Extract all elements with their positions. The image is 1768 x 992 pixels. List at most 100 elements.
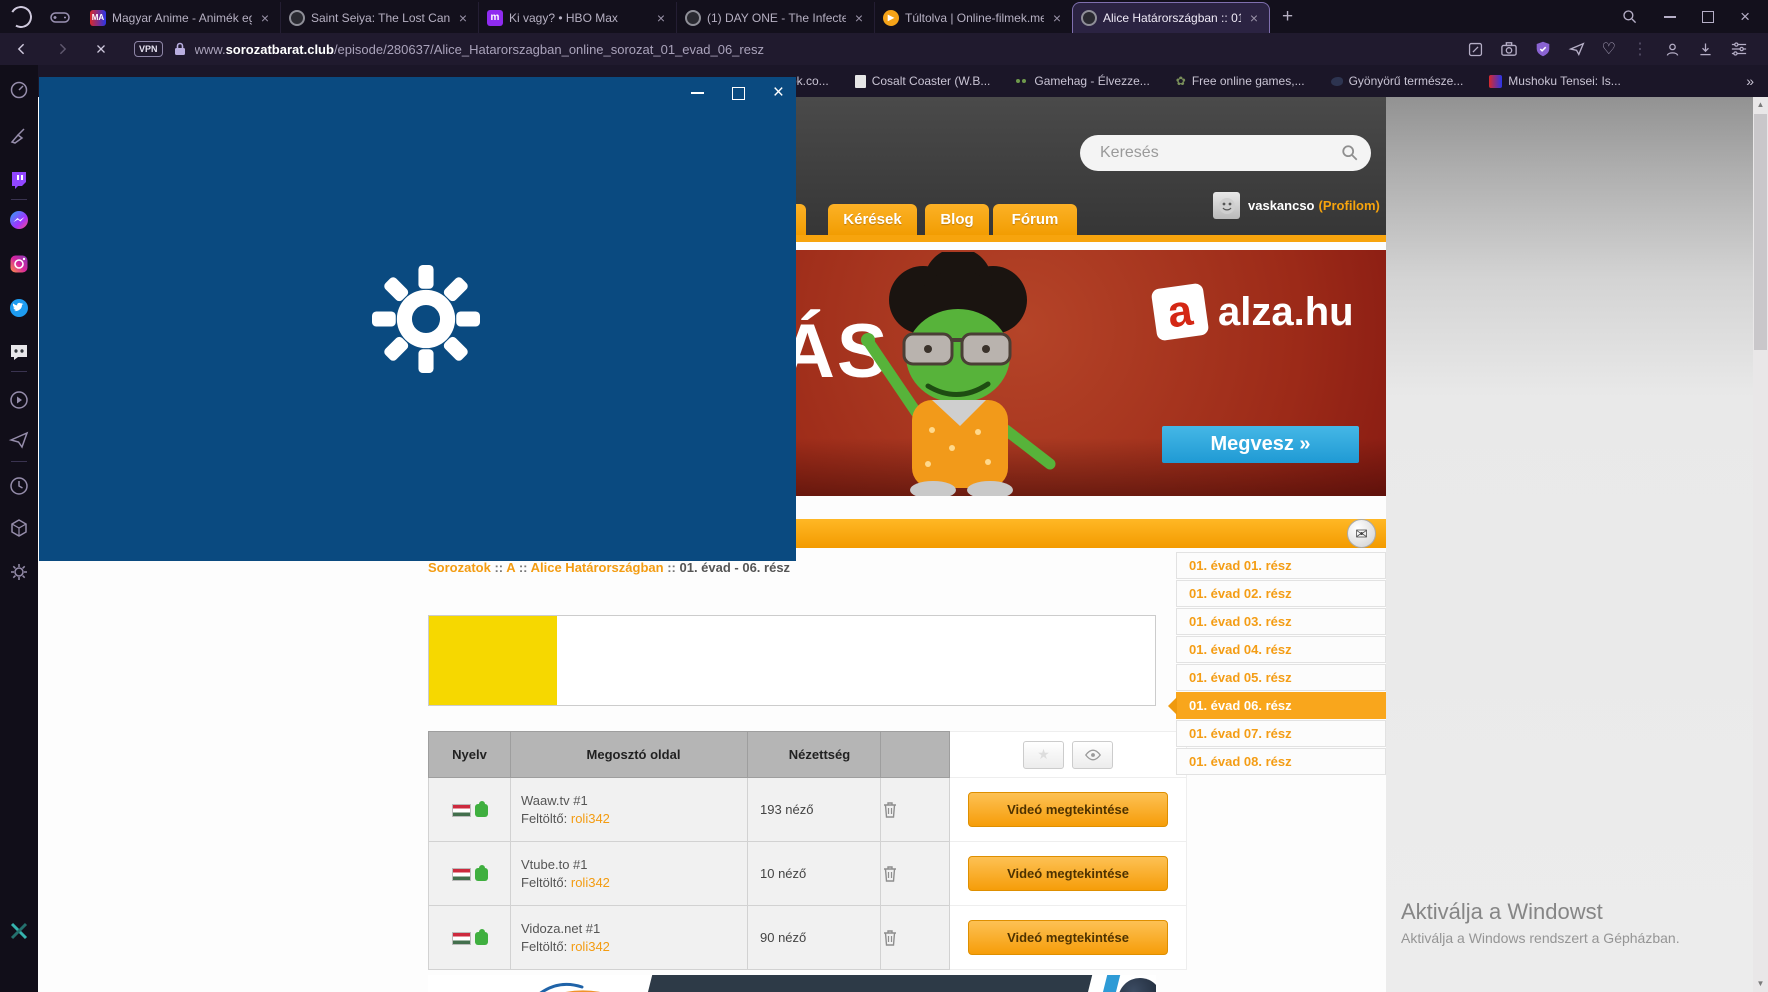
episode-item[interactable]: 01. évad 03. rész — [1176, 608, 1386, 635]
search-input[interactable] — [1098, 143, 1341, 163]
pin-edit-icon[interactable] — [1467, 41, 1484, 58]
new-tab-button[interactable]: + — [1282, 6, 1293, 28]
trash-icon[interactable] — [882, 801, 948, 819]
url-bar[interactable]: www.sorozatbarat.club/episode/280637/Ali… — [195, 42, 1467, 57]
gx-corner-speedometer-icon[interactable] — [8, 79, 30, 101]
watch-video-button[interactable]: Videó megtekintése — [968, 792, 1168, 827]
trash-icon[interactable] — [882, 929, 948, 947]
bookmark-item[interactable]: Gyönyörű természe... — [1331, 74, 1464, 88]
window-maximize-button[interactable] — [1702, 11, 1714, 23]
heart-icon[interactable]: ♡ — [1602, 39, 1616, 59]
forward-button[interactable] — [54, 41, 70, 57]
settings-gear-icon[interactable] — [8, 561, 30, 583]
episode-item[interactable]: 01. évad 01. rész — [1176, 552, 1386, 579]
back-button[interactable] — [14, 41, 30, 57]
nav-tab-blog[interactable]: Blog — [925, 204, 989, 235]
tab-close-icon[interactable]: × — [1247, 10, 1261, 26]
window-minimize-icon[interactable] — [691, 92, 704, 94]
twitch-icon[interactable] — [8, 169, 30, 191]
player-popout-icon[interactable] — [8, 389, 30, 411]
loading-app-window[interactable]: × — [39, 77, 796, 561]
window-minimize-button[interactable] — [1664, 16, 1676, 18]
buy-button[interactable]: Megvesz » — [1162, 426, 1359, 463]
episode-item[interactable]: 01. évad 02. rész — [1176, 580, 1386, 607]
bottom-banner-product — [1118, 978, 1156, 992]
scrollbar-thumb[interactable] — [1754, 114, 1767, 350]
watch-video-button[interactable]: Videó megtekintése — [968, 920, 1168, 955]
episode-item[interactable]: 01. évad 08. rész — [1176, 748, 1386, 775]
tab-close-icon[interactable]: × — [852, 10, 866, 26]
scroll-up-arrow[interactable]: ▲ — [1753, 97, 1768, 113]
breadcrumb-separator: :: — [667, 560, 676, 575]
bookmark-item[interactable]: Gamehag - Élvezze... — [1016, 74, 1149, 88]
downloads-icon[interactable] — [1697, 41, 1714, 58]
mail-button[interactable]: ✉ — [1347, 519, 1376, 548]
lock-icon[interactable] — [173, 41, 187, 57]
history-clock-icon[interactable] — [8, 475, 30, 497]
tab-day-one[interactable]: (1) DAY ONE - The Infected × — [676, 2, 874, 33]
views-cell: 193 néző — [748, 778, 881, 842]
tab-magyar-anime[interactable]: MA Magyar Anime - Animék eg × — [82, 2, 280, 33]
bookmark-item[interactable]: Cosalt Coaster (W.B... — [855, 74, 991, 88]
scroll-down-arrow[interactable]: ▼ — [1753, 976, 1768, 992]
opera-logo-icon[interactable] — [8, 3, 35, 30]
bird-icon — [1331, 77, 1343, 86]
gx-cleaner-icon[interactable] — [8, 125, 30, 147]
stop-button[interactable] — [94, 42, 108, 56]
uploader-link[interactable]: roli342 — [571, 875, 610, 890]
episode-item[interactable]: 01. évad 07. rész — [1176, 720, 1386, 747]
episode-item[interactable]: 01. évad 04. rész — [1176, 636, 1386, 663]
tab-close-icon[interactable]: × — [258, 10, 272, 26]
page-scrollbar[interactable]: ▲ ▼ — [1753, 97, 1768, 992]
breadcrumb-link[interactable]: Alice Határországban — [531, 560, 664, 575]
column-header: Nézettség — [748, 732, 881, 778]
promo-yellow-block — [429, 616, 557, 705]
nav-tab-forum[interactable]: Fórum — [993, 204, 1077, 235]
tab-search-icon[interactable] — [1622, 9, 1638, 25]
profile-icon[interactable] — [1664, 41, 1681, 58]
twitter-icon[interactable] — [8, 297, 30, 319]
gx-pickaxe-icon[interactable] — [8, 920, 30, 942]
tab-close-icon[interactable]: × — [654, 10, 668, 26]
bookmark-item[interactable]: ✿ Free online games,... — [1176, 74, 1305, 88]
instagram-icon[interactable] — [8, 253, 30, 275]
views-cell: 90 néző — [748, 906, 881, 970]
bookmark-item[interactable]: Mushoku Tensei: Is... — [1489, 74, 1621, 88]
trash-icon[interactable] — [882, 865, 948, 883]
tab-saint-seiya[interactable]: Saint Seiya: The Lost Canva × — [280, 2, 478, 33]
bookmarks-overflow-button[interactable]: » — [1746, 73, 1754, 89]
tab-tultolva[interactable]: ▶ Túltolva | Online-filmek.me × — [874, 2, 1072, 33]
search-icon[interactable] — [1341, 144, 1359, 162]
extensions-box-icon[interactable] — [8, 517, 30, 539]
send-icon[interactable] — [1568, 40, 1586, 58]
site-search-box[interactable] — [1080, 135, 1371, 171]
bottom-ad-banner[interactable] — [428, 975, 1156, 992]
tab-close-icon[interactable]: × — [456, 10, 470, 26]
watch-video-button[interactable]: Videó megtekintése — [968, 856, 1168, 891]
breadcrumb-link[interactable]: Sorozatok — [428, 560, 491, 575]
favorite-star-button[interactable]: ★ — [1023, 741, 1064, 769]
window-close-button[interactable]: × — [1740, 8, 1750, 25]
messenger-icon[interactable] — [8, 209, 30, 231]
episode-item[interactable]: 01. évad 05. rész — [1176, 664, 1386, 691]
nav-tab-keresek[interactable]: Kérések — [828, 204, 917, 235]
shield-badge-icon[interactable] — [1534, 40, 1552, 58]
tab-close-icon[interactable]: × — [1050, 10, 1064, 26]
window-close-icon[interactable]: × — [773, 85, 784, 101]
tab-alice-active[interactable]: Alice Határországban :: 01. × — [1072, 2, 1270, 33]
table-row: Vtube.to #1 Feltöltő: roli342 10 néző Vi… — [429, 842, 1187, 906]
episode-item-active[interactable]: 01. évad 06. rész — [1176, 692, 1386, 719]
uploader-link[interactable]: roli342 — [571, 811, 610, 826]
vpn-badge[interactable]: VPN — [134, 41, 163, 57]
breadcrumb-link[interactable]: A — [506, 560, 515, 575]
gx-corner-icon[interactable] — [50, 10, 70, 24]
puzzle-icon — [475, 868, 488, 881]
watched-eye-button[interactable] — [1072, 741, 1113, 769]
discord-icon[interactable] — [8, 341, 30, 363]
settings-sliders-icon[interactable] — [1730, 41, 1748, 57]
telegram-icon[interactable] — [8, 429, 30, 451]
uploader-link[interactable]: roli342 — [571, 939, 610, 954]
window-maximize-icon[interactable] — [732, 87, 745, 100]
snapshot-camera-icon[interactable] — [1500, 41, 1518, 57]
tab-hbo-max[interactable]: m Ki vagy? • HBO Max × — [478, 2, 676, 33]
